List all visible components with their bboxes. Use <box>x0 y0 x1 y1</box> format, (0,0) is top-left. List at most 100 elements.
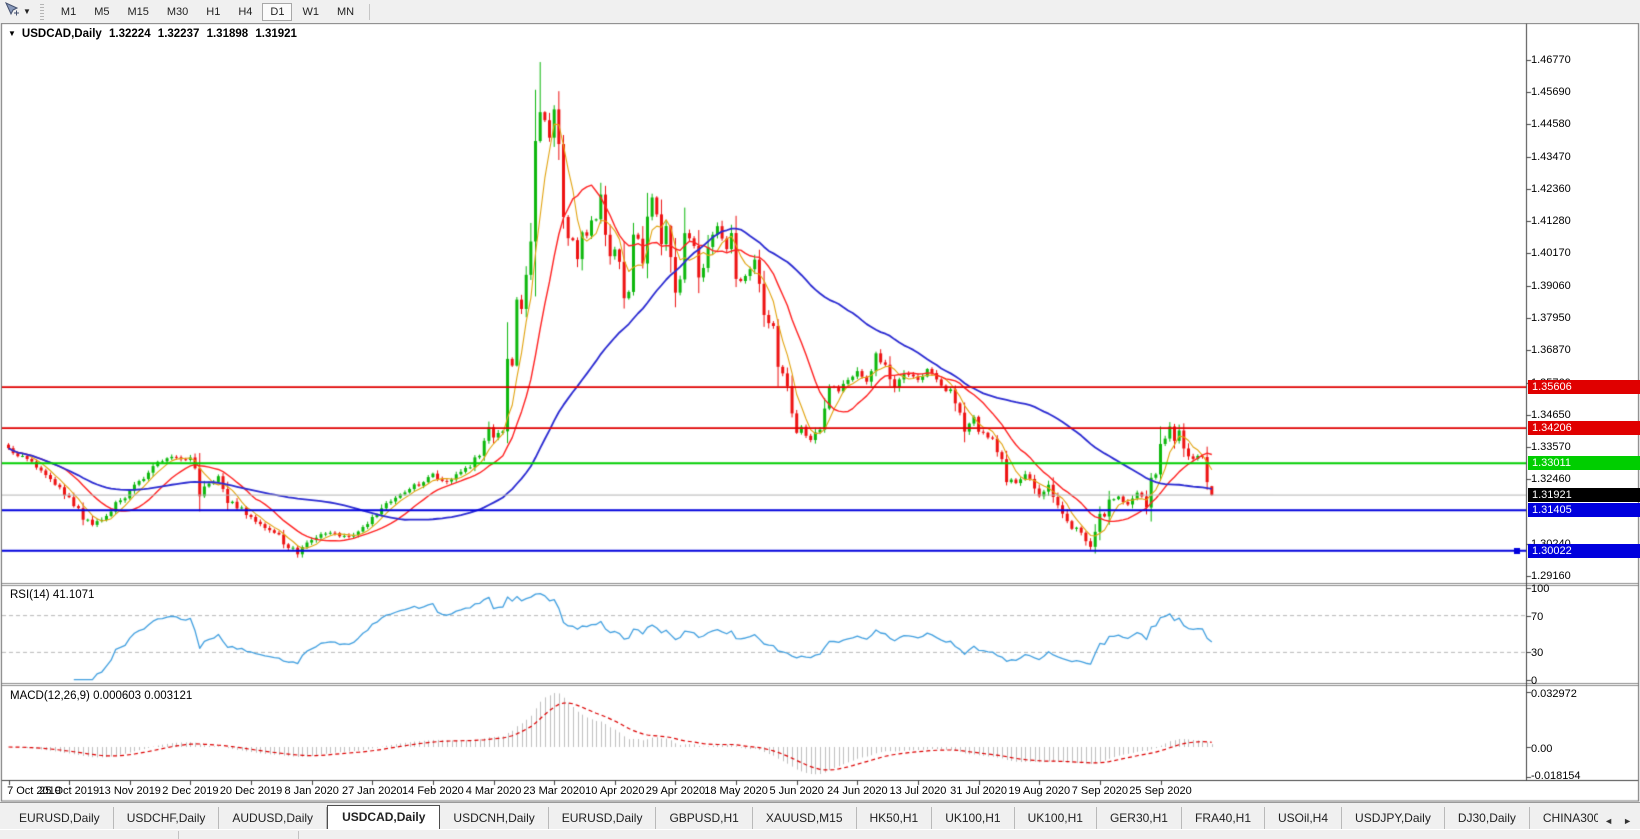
price-axis-tick: 1.29160 <box>1531 570 1571 582</box>
date-axis-label: 8 Jan 2020 <box>279 785 345 797</box>
price-axis-tick: 1.45690 <box>1531 86 1571 98</box>
chart-tab-dj30-daily[interactable]: DJ30,Daily <box>1445 807 1530 830</box>
date-axis-label: 2 Dec 2019 <box>157 785 223 797</box>
chart-title: ▼ USDCAD,Daily 1.32224 1.32237 1.31898 1.… <box>8 28 301 40</box>
price-axis-tick: 1.37950 <box>1531 312 1571 324</box>
mt4-window: { "toolbar": { "timeframes": ["M1","M5",… <box>0 0 1640 839</box>
timeframe-button-h4[interactable]: H4 <box>230 3 260 21</box>
price-axis-tick: 1.43470 <box>1531 151 1571 163</box>
tab-scroll-left-icon[interactable]: ◄ <box>1604 816 1613 826</box>
chart-tab-eurusd-daily[interactable]: EURUSD,Daily <box>6 807 114 830</box>
rsi-value: 41.1071 <box>53 589 95 601</box>
rsi-label: RSI(14) 41.1071 <box>10 589 94 601</box>
top-toolbar: ▼ M1M5M15M30H1H4D1W1MN <box>0 0 1640 23</box>
chart-tab-hk50-h1[interactable]: HK50,H1 <box>857 807 933 830</box>
rsi-axis-tick: 100 <box>1531 583 1549 595</box>
crosshair-cursor-icon <box>4 1 20 22</box>
chart-tab-usdjpy-daily[interactable]: USDJPY,Daily <box>1342 807 1445 830</box>
current-price-label: 1.31921 <box>1528 488 1640 502</box>
chart-tab-china300-h1[interactable]: CHINA300,H1 <box>1530 807 1598 830</box>
chart-tab-fra40-h1[interactable]: FRA40,H1 <box>1182 807 1265 830</box>
timeframe-button-m15[interactable]: M15 <box>119 3 156 21</box>
quote-open: 1.32224 <box>109 28 151 40</box>
macd-value-main: 0.000603 <box>93 690 141 702</box>
date-axis-label: 14 Feb 2020 <box>400 785 466 797</box>
date-axis-label: 18 May 2020 <box>703 785 769 797</box>
date-axis-label: 20 Dec 2019 <box>218 785 284 797</box>
price-axis-tick: 1.40170 <box>1531 247 1571 259</box>
macd-value-signal: 0.003121 <box>144 690 192 702</box>
timeframe-button-m1[interactable]: M1 <box>53 3 84 21</box>
status-separator <box>298 831 299 839</box>
date-axis-label: 25 Sep 2020 <box>1128 785 1194 797</box>
macd-label: MACD(12,26,9) 0.000603 0.003121 <box>10 690 192 702</box>
timeframe-button-h1[interactable]: H1 <box>198 3 228 21</box>
timeframe-button-w1[interactable]: W1 <box>294 3 327 21</box>
level-price-label: 1.33011 <box>1528 456 1640 470</box>
chart-tab-usdcad-daily[interactable]: USDCAD,Daily <box>327 805 440 830</box>
macd-axis-tick: -0.018154 <box>1531 770 1581 782</box>
timeframe-button-m30[interactable]: M30 <box>159 3 196 21</box>
chart-tab-usdcnh-daily[interactable]: USDCNH,Daily <box>440 807 548 830</box>
date-axis-label: 27 Jan 2020 <box>339 785 405 797</box>
level-price-label: 1.31405 <box>1528 503 1640 517</box>
chevron-down-icon: ▼ <box>23 7 31 16</box>
timeframe-button-mn[interactable]: MN <box>329 3 362 21</box>
price-axis-tick: 1.41280 <box>1531 215 1571 227</box>
chart-tab-usdchf-daily[interactable]: USDCHF,Daily <box>114 807 220 830</box>
chart-tab-ger30-h1[interactable]: GER30,H1 <box>1097 807 1182 830</box>
date-axis-label: 19 Aug 2020 <box>1006 785 1072 797</box>
date-axis-label: 29 Apr 2020 <box>642 785 708 797</box>
price-axis-tick: 1.34650 <box>1531 409 1571 421</box>
cursor-tool-button[interactable]: ▼ <box>0 2 34 22</box>
level-price-label: 1.35606 <box>1528 380 1640 394</box>
quote-close: 1.31921 <box>255 28 297 40</box>
chart-tabs-bar: EURUSD,DailyUSDCHF,DailyAUDUSD,DailyUSDC… <box>0 802 1640 830</box>
tab-scroll-controls: ◄ ► <box>1598 816 1640 830</box>
date-axis-label: 24 Jun 2020 <box>824 785 890 797</box>
rsi-axis-tick: 70 <box>1531 611 1543 623</box>
chart-tab-usoil-h4[interactable]: USOil,H4 <box>1265 807 1342 830</box>
date-axis-label: 5 Jun 2020 <box>764 785 830 797</box>
price-axis-tick: 1.42360 <box>1531 183 1571 195</box>
date-axis-label: 13 Nov 2019 <box>97 785 163 797</box>
symbol-dropdown-icon[interactable]: ▼ <box>8 29 16 38</box>
chart-tabs: EURUSD,DailyUSDCHF,DailyAUDUSD,DailyUSDC… <box>0 804 1598 830</box>
date-axis-label: 31 Jul 2020 <box>946 785 1012 797</box>
toolbar-grip[interactable] <box>40 4 44 20</box>
level-price-label: 1.30022 <box>1528 544 1640 558</box>
status-strip <box>0 829 1640 839</box>
toolbar-separator <box>369 4 370 20</box>
chart-tab-xauusd-m15[interactable]: XAUUSD,M15 <box>753 807 857 830</box>
date-axis-label: 10 Apr 2020 <box>582 785 648 797</box>
price-axis-tick: 1.36870 <box>1531 344 1571 356</box>
rsi-axis-tick: 0 <box>1531 675 1537 687</box>
chart-symbol: USDCAD,Daily <box>22 28 102 40</box>
rsi-axis-tick: 30 <box>1531 647 1543 659</box>
chart-tab-uk100-h1[interactable]: UK100,H1 <box>932 807 1014 830</box>
tab-scroll-right-icon[interactable]: ► <box>1623 816 1632 826</box>
level-price-label: 1.34206 <box>1528 421 1640 435</box>
price-axis-tick: 1.33570 <box>1531 441 1571 453</box>
date-axis-label: 7 Sep 2020 <box>1067 785 1133 797</box>
macd-axis-tick: 0.032972 <box>1531 688 1577 700</box>
price-axis-tick: 1.32460 <box>1531 473 1571 485</box>
timeframe-button-d1[interactable]: D1 <box>262 3 292 21</box>
date-axis-label: 25 Oct 2019 <box>36 785 102 797</box>
chart-canvas[interactable] <box>0 0 1640 839</box>
date-axis-label: 23 Mar 2020 <box>521 785 587 797</box>
quote-high: 1.32237 <box>158 28 200 40</box>
chart-tab-eurusd-daily[interactable]: EURUSD,Daily <box>549 807 657 830</box>
price-axis-tick: 1.39060 <box>1531 280 1571 292</box>
chart-tab-uk100-h1[interactable]: UK100,H1 <box>1015 807 1097 830</box>
status-separator <box>178 831 179 839</box>
date-axis-label: 4 Mar 2020 <box>461 785 527 797</box>
quote-low: 1.31898 <box>207 28 249 40</box>
price-axis-tick: 1.46770 <box>1531 54 1571 66</box>
macd-axis-tick: 0.00 <box>1531 743 1552 755</box>
date-axis-label: 13 Jul 2020 <box>885 785 951 797</box>
chart-tab-gbpusd-h1[interactable]: GBPUSD,H1 <box>656 807 752 830</box>
timeframe-button-m5[interactable]: M5 <box>86 3 117 21</box>
chart-tab-audusd-daily[interactable]: AUDUSD,Daily <box>219 807 327 830</box>
timeframe-toolbar: M1M5M15M30H1H4D1W1MN <box>52 3 363 21</box>
